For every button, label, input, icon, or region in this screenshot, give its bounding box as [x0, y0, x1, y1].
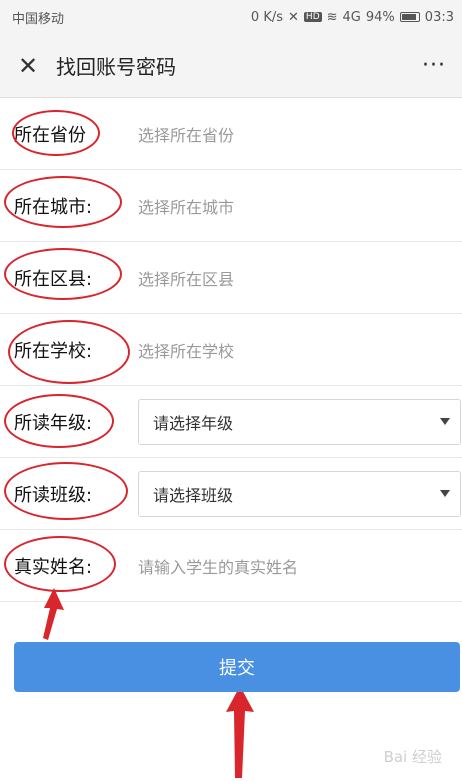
network-speed: 0 K/s: [250, 9, 284, 25]
name-input[interactable]: 请输入学生的真实姓名: [138, 554, 298, 578]
watermark: Bai 经验: [383, 748, 442, 766]
battery-icon: [399, 12, 420, 22]
carrier-label: 中国移动: [12, 11, 65, 27]
grade-select-value: 请选择年级: [153, 413, 234, 433]
grade-row: 所读年级: 请选择年级: [0, 386, 462, 458]
battery-percent: 94%: [365, 9, 395, 25]
caret-down-icon: [440, 418, 450, 425]
grade-select[interactable]: 请选择年级: [138, 398, 461, 445]
name-row: 真实姓名: 请输入学生的真实姓名: [0, 530, 462, 602]
class-select[interactable]: 请选择班级: [138, 470, 461, 517]
school-row[interactable]: 所在学校: 选择所在学校: [0, 314, 462, 386]
city-picker[interactable]: 选择所在城市: [138, 194, 234, 218]
hd-icon: HD: [303, 12, 322, 22]
district-label: 所在区县:: [14, 268, 93, 290]
close-icon[interactable]: ✕: [18, 54, 40, 78]
class-row: 所读班级: 请选择班级: [0, 458, 462, 530]
wifi-icon: ≋: [326, 9, 338, 25]
name-label: 真实姓名:: [14, 556, 93, 578]
city-row[interactable]: 所在城市: 选择所在城市: [0, 170, 462, 242]
city-label: 所在城市:: [14, 196, 93, 218]
clock: 03:3: [424, 9, 454, 25]
school-label: 所在学校:: [14, 340, 93, 362]
district-picker[interactable]: 选择所在区县: [138, 266, 234, 290]
caret-down-icon: [440, 490, 450, 497]
submit-button[interactable]: 提交: [14, 642, 460, 692]
class-label: 所读班级:: [14, 484, 93, 506]
province-row[interactable]: 所在省份 选择所在省份: [0, 98, 462, 170]
more-icon[interactable]: ···: [422, 53, 446, 78]
grade-label: 所读年级:: [14, 412, 93, 434]
status-indicators: 0 K/s ✕ HD ≋ 4G 94% 03:3: [251, 10, 454, 25]
page-title: 找回账号密码: [56, 55, 176, 79]
recovery-form: 所在省份 选择所在省份 所在城市: 选择所在城市 所在区县: 选择所在区县 所在…: [0, 98, 462, 602]
status-bar: 中国移动 0 K/s ✕ HD ≋ 4G 94% 03:3: [0, 0, 462, 34]
school-picker[interactable]: 选择所在学校: [138, 338, 234, 362]
mute-icon: ✕: [288, 9, 299, 25]
district-row[interactable]: 所在区县: 选择所在区县: [0, 242, 462, 314]
navigation-bar: ✕ 找回账号密码 ···: [0, 34, 462, 98]
annotation-arrow-icon: [226, 686, 254, 778]
signal-label: 4G: [342, 9, 361, 25]
province-picker[interactable]: 选择所在省份: [138, 122, 234, 146]
province-label: 所在省份: [14, 124, 86, 146]
annotation-arrow-icon: [43, 588, 64, 640]
class-select-value: 请选择班级: [153, 485, 234, 505]
